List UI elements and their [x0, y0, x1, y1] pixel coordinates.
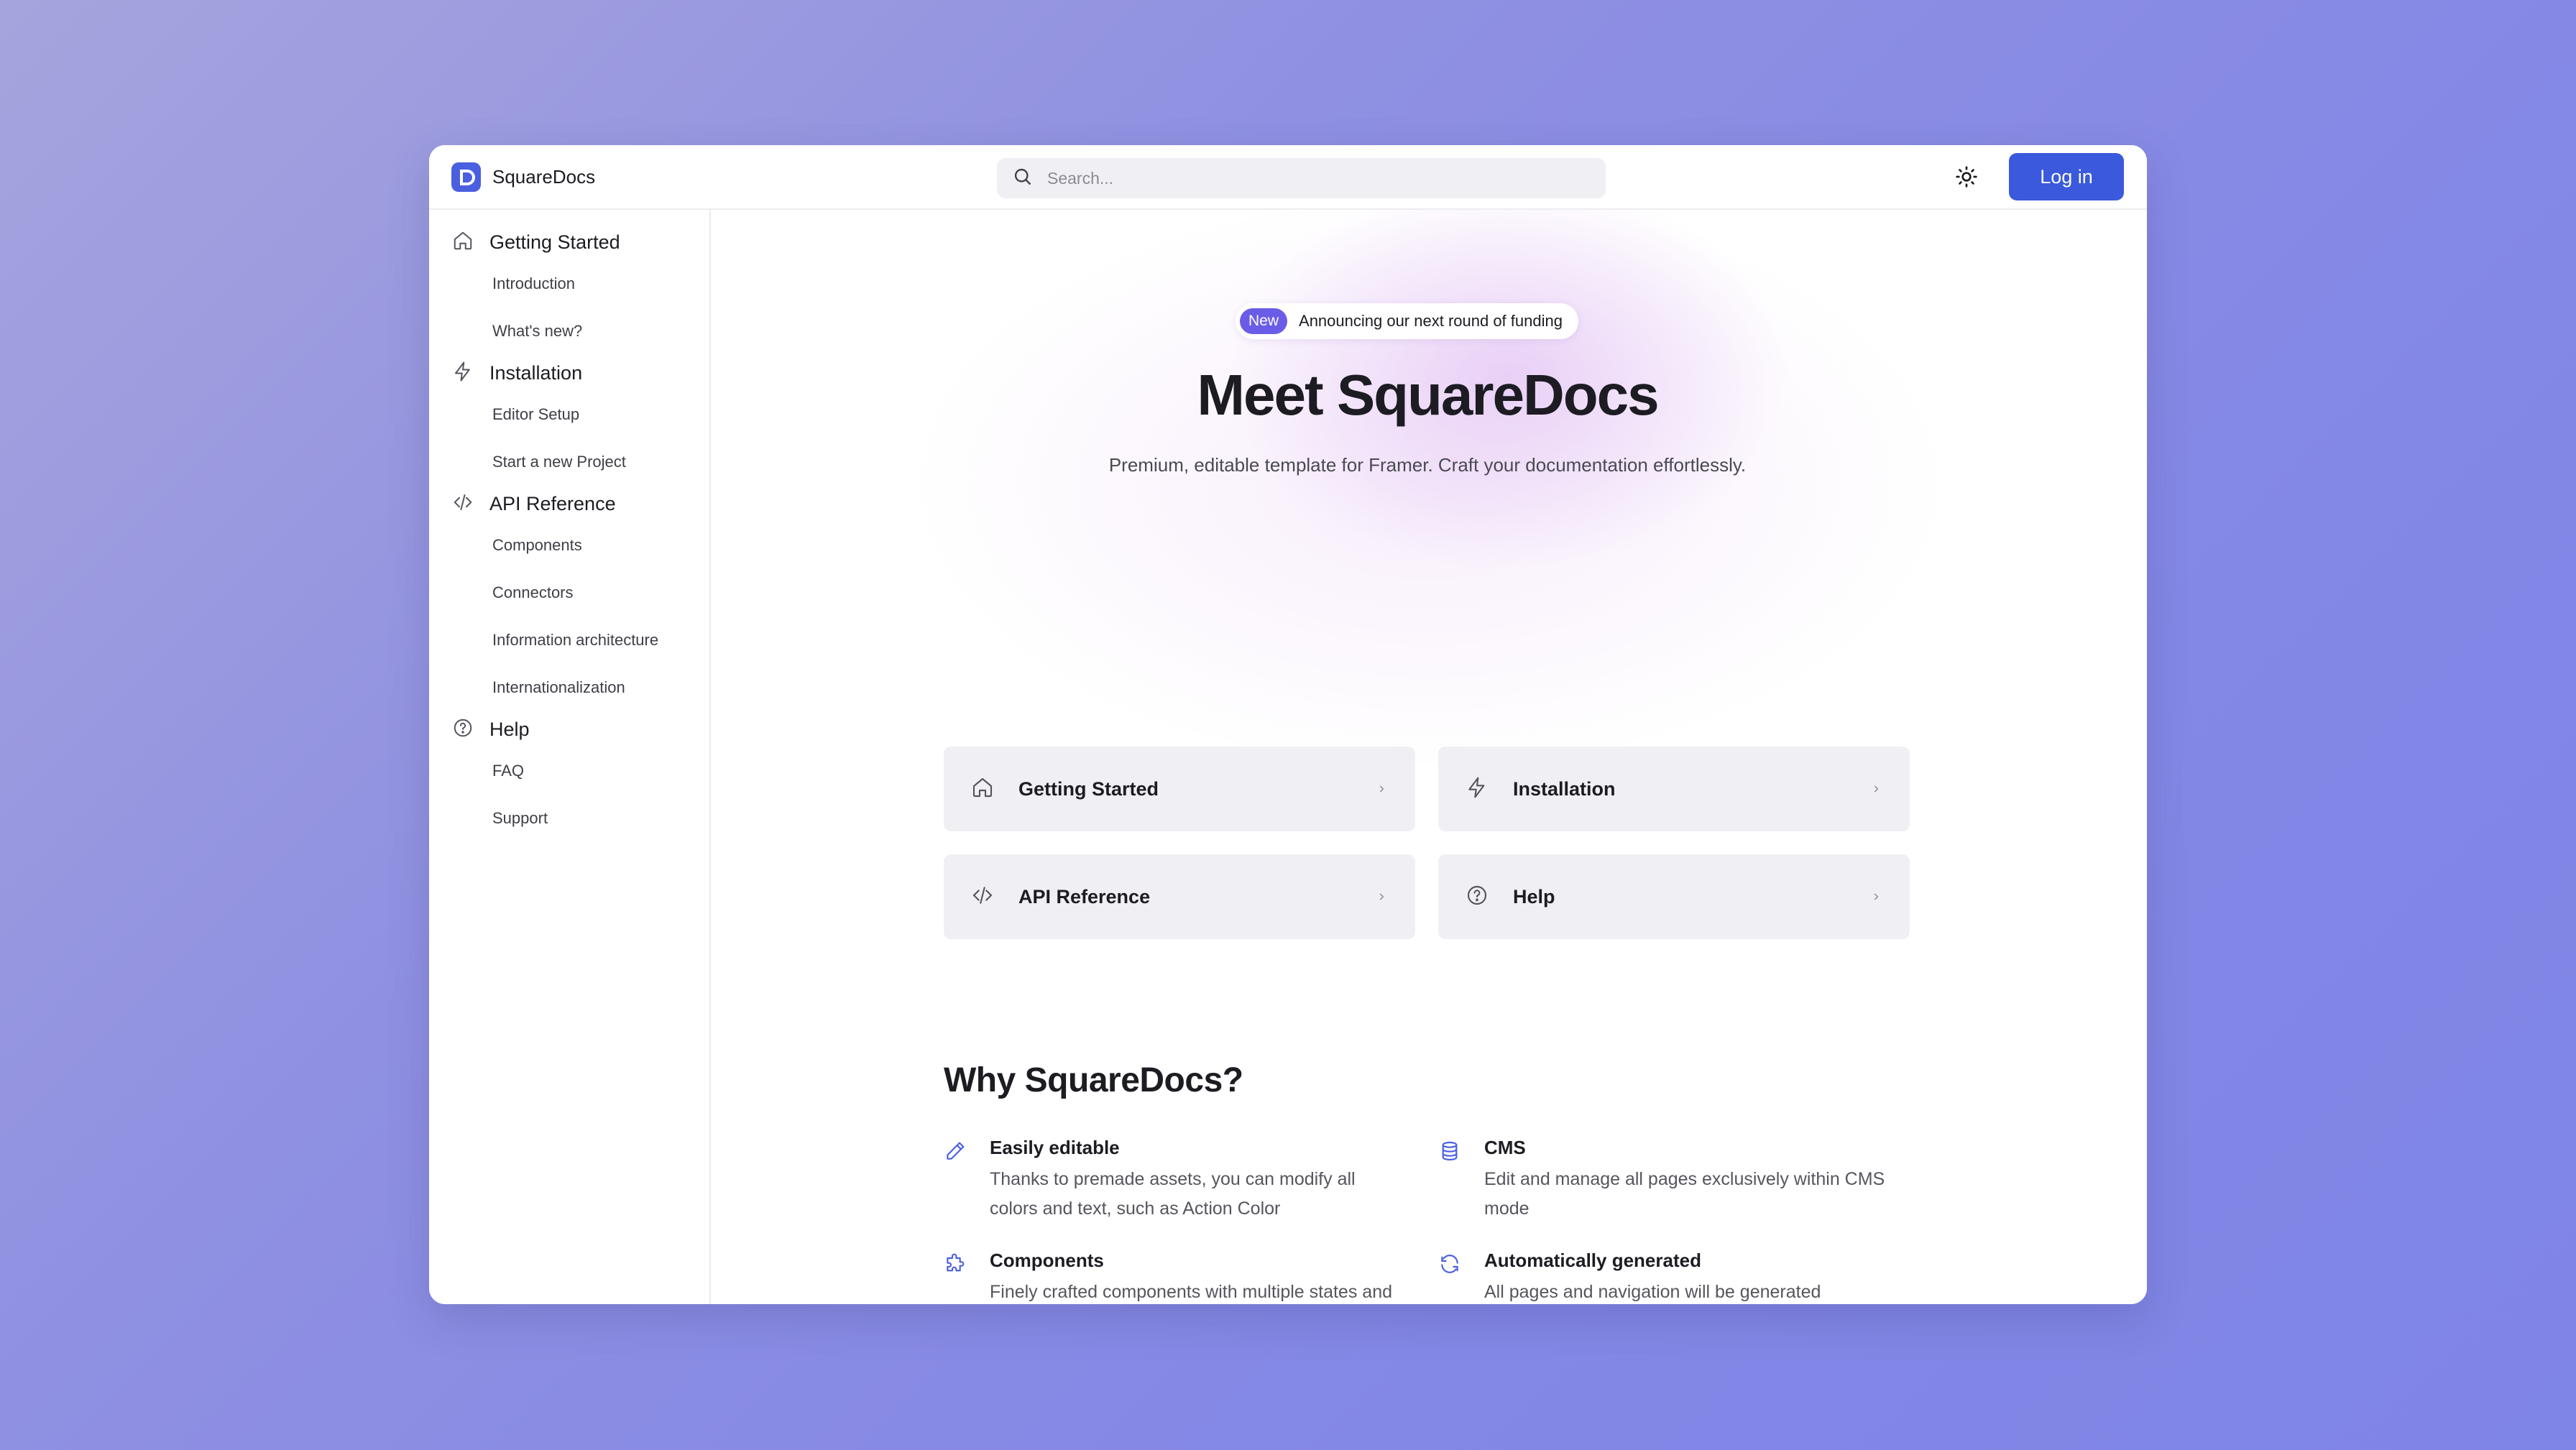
- announcement-badge[interactable]: New Announcing our next round of funding: [1236, 303, 1578, 339]
- feature-components: Components Finely crafted components wit…: [944, 1250, 1404, 1304]
- sidebar-item-internationalization[interactable]: Internationalization: [429, 664, 709, 711]
- sidebar-item-connectors[interactable]: Connectors: [429, 569, 709, 617]
- sidebar-section-api-reference[interactable]: API Reference: [429, 486, 709, 522]
- feature-title: Automatically generated: [1484, 1250, 1701, 1271]
- card-help[interactable]: Help: [1438, 854, 1910, 939]
- sidebar-item-start-new-project[interactable]: Start a new Project: [429, 438, 709, 486]
- card-label: Getting Started: [1018, 777, 1159, 800]
- feature-easily-editable: Easily editable Thanks to premade assets…: [944, 1137, 1404, 1224]
- card-label: API Reference: [1018, 885, 1151, 908]
- lightning-icon: [452, 361, 474, 386]
- home-icon: [971, 776, 994, 803]
- page-subtitle: Premium, editable template for Framer. C…: [1108, 454, 1747, 476]
- sidebar-section-label: Help: [489, 718, 530, 740]
- sidebar-item-whats-new[interactable]: What's new?: [429, 308, 709, 355]
- card-label: Help: [1513, 885, 1555, 908]
- sidebar-item-introduction[interactable]: Introduction: [429, 260, 709, 308]
- sidebar-item-components[interactable]: Components: [429, 522, 709, 569]
- lightning-icon: [1466, 776, 1489, 803]
- search-bar[interactable]: [997, 158, 1606, 198]
- sidebar-section-label: Getting Started: [489, 231, 620, 253]
- logo[interactable]: SquareDocs: [451, 162, 595, 192]
- chevron-right-icon: [1376, 892, 1386, 902]
- search-icon: [1013, 167, 1033, 190]
- feature-automatically-generated: Automatically generated All pages and na…: [1438, 1250, 1898, 1304]
- sidebar-section-help[interactable]: Help: [429, 711, 709, 747]
- refresh-icon: [1438, 1252, 1461, 1275]
- sidebar-section-getting-started[interactable]: Getting Started: [429, 224, 709, 260]
- pencil-icon: [944, 1140, 967, 1163]
- card-getting-started[interactable]: Getting Started: [944, 747, 1415, 831]
- logo-icon: [451, 162, 481, 192]
- section-title: Why SquareDocs?: [944, 1061, 1243, 1099]
- top-bar: SquareDocs Log in: [429, 145, 2147, 210]
- code-icon: [452, 491, 474, 517]
- chevron-right-icon: [1871, 784, 1881, 794]
- feature-title: Easily editable: [990, 1137, 1120, 1158]
- home-icon: [452, 230, 474, 255]
- code-icon: [971, 884, 994, 910]
- database-icon: [1438, 1140, 1461, 1163]
- sidebar-section-label: API Reference: [489, 492, 616, 514]
- card-api-reference[interactable]: API Reference: [944, 854, 1415, 939]
- main-content: New Announcing our next round of funding…: [711, 210, 2147, 1304]
- sidebar-item-editor-setup[interactable]: Editor Setup: [429, 391, 709, 438]
- sidebar-section-label: Installation: [489, 361, 583, 384]
- search-input[interactable]: [1047, 168, 1593, 188]
- theme-toggle-button[interactable]: [1951, 162, 1982, 194]
- feature-title: Components: [990, 1250, 1104, 1271]
- sidebar: Getting Started Introduction What's new?…: [429, 210, 711, 1304]
- feature-description: Thanks to premade assets, you can modify…: [990, 1169, 1356, 1219]
- chevron-right-icon: [1376, 784, 1386, 794]
- card-label: Installation: [1513, 777, 1616, 800]
- feature-description: All pages and navigation will be generat…: [1484, 1282, 1821, 1302]
- sidebar-section-installation[interactable]: Installation: [429, 355, 709, 391]
- login-button[interactable]: Log in: [2009, 153, 2124, 200]
- sidebar-item-information-architecture[interactable]: Information architecture: [429, 617, 709, 664]
- app-window: SquareDocs Log in Getting Started Introd…: [429, 145, 2147, 1304]
- announcement-text: Announcing our next round of funding: [1299, 312, 1563, 330]
- feature-cms: CMS Edit and manage all pages exclusivel…: [1438, 1137, 1898, 1224]
- sun-icon: [1955, 165, 1978, 192]
- new-pill: New: [1240, 308, 1288, 334]
- chevron-right-icon: [1871, 892, 1881, 902]
- sidebar-item-support[interactable]: Support: [429, 795, 709, 842]
- feature-description: Finely crafted components with multiple …: [990, 1282, 1392, 1302]
- help-circle-icon: [1466, 884, 1489, 910]
- help-circle-icon: [452, 717, 474, 742]
- feature-description: Edit and manage all pages exclusively wi…: [1484, 1169, 1885, 1219]
- puzzle-icon: [944, 1252, 967, 1275]
- page-title: Meet SquareDocs: [1197, 363, 1659, 427]
- app-name: SquareDocs: [492, 166, 596, 188]
- card-installation[interactable]: Installation: [1438, 747, 1910, 831]
- feature-title: CMS: [1484, 1137, 1526, 1158]
- sidebar-item-faq[interactable]: FAQ: [429, 747, 709, 795]
